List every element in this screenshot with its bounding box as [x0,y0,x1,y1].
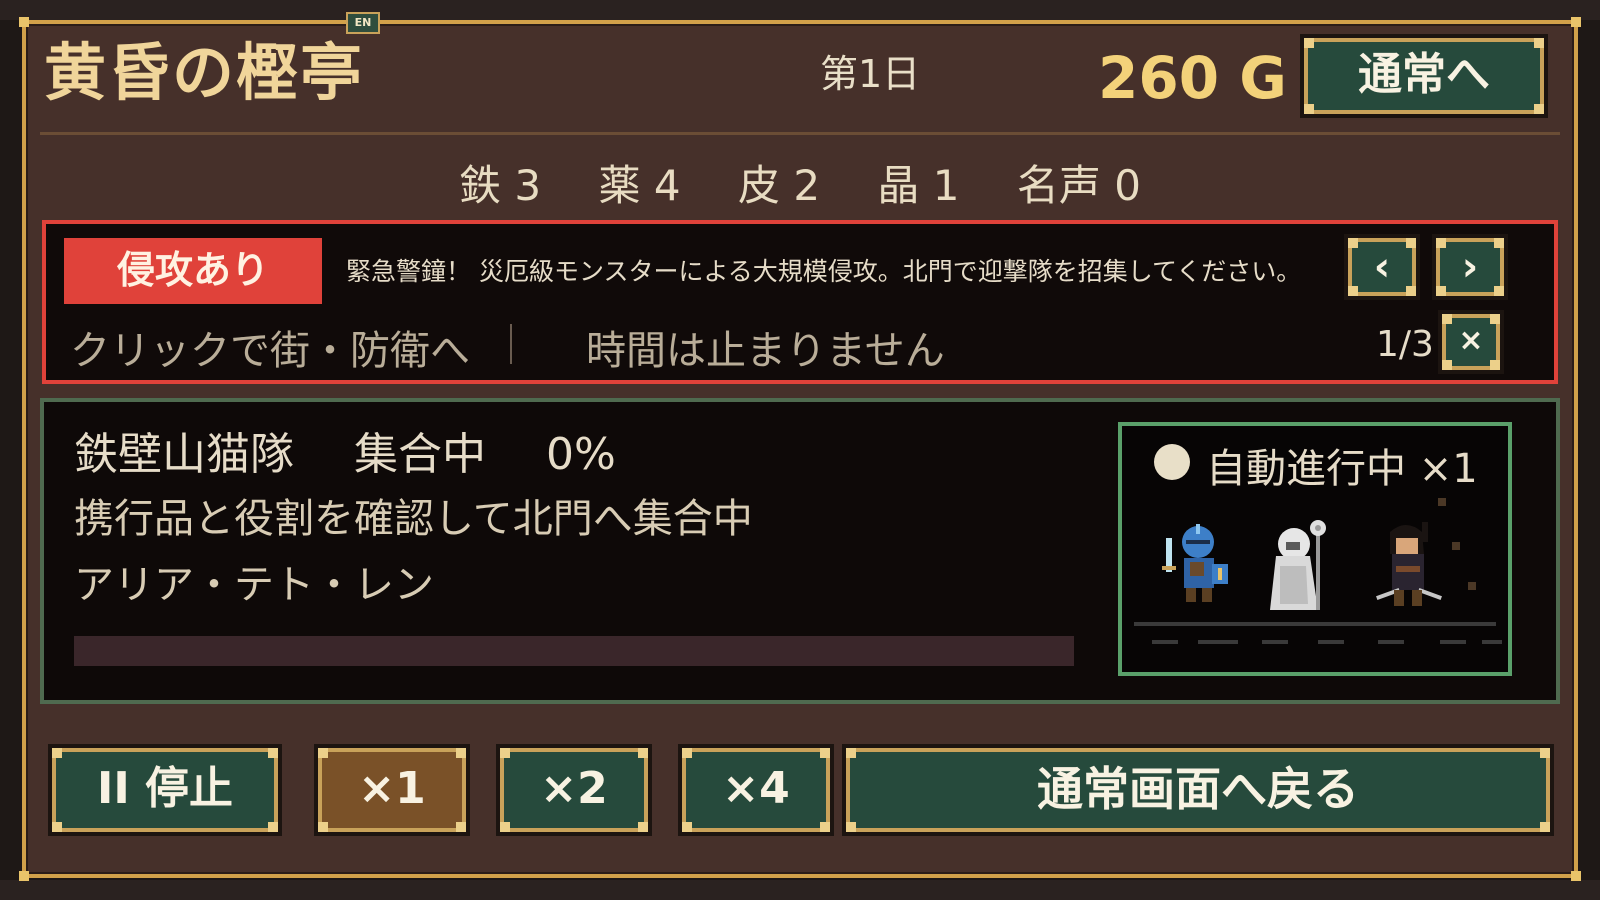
auto-progress-viewer: 自動進行中 ×1 [1118,422,1512,676]
speed-x2-button[interactable]: ×2 [500,748,648,832]
party-header: 鉄壁山猫隊 集合中 0% [74,418,662,482]
frame-corner [1571,871,1581,881]
party-members: アリア・テト・レン [74,562,434,608]
party-panel: 鉄壁山猫隊 集合中 0% 携行品と役割を確認して北門へ集合中 アリア・テト・レン… [40,398,1560,704]
pause-button[interactable]: II 停止 [52,748,278,832]
resource-medicine: 薬 4 [598,161,681,210]
header-divider [40,132,1560,135]
day-counter: 第1日 [820,52,921,96]
chevron-right-icon: › [1461,244,1479,290]
return-normal-button[interactable]: 通常画面へ戻る [846,748,1550,832]
party-sprites [1162,520,1442,610]
normal-view-button[interactable]: 通常へ [1304,38,1544,114]
speed-x1-label: ×1 [358,763,426,814]
resource-fame: 名声 0 [1016,161,1141,210]
speed-x4-button[interactable]: ×4 [682,748,830,832]
alert-time-note: 時間は止まりません [586,328,945,374]
resource-crystal: 晶 1 [877,161,960,210]
return-normal-label: 通常画面へ戻る [1037,762,1359,816]
resource-bar: 鉄 3 薬 4 皮 2 晶 1 名声 0 [0,152,1600,213]
speed-x4-label: ×4 [722,763,790,814]
language-toggle[interactable]: EN [346,12,380,34]
gold-amount: 260 G [1098,44,1287,112]
alert-prev-button[interactable]: ‹ [1348,238,1416,296]
knight-sprite [1162,524,1228,602]
invasion-tag: 侵攻あり [64,238,322,304]
pause-label: II 停止 [96,763,234,814]
close-icon: × [1458,323,1484,358]
alert-divider [510,324,512,364]
frame-corner [19,871,29,881]
party-progress-bar [74,636,1074,666]
party-status: 集合中 [354,429,486,480]
invasion-alert[interactable]: 侵攻あり 緊急警鐘！ 災厄級モンスターによる大規模侵攻。北門で迎撃隊を招集してく… [42,220,1558,384]
party-description: 携行品と役割を確認して北門へ集合中 [74,496,753,542]
resource-leather: 皮 2 [737,161,821,210]
frame-corner [19,17,29,27]
party-progress-text: 0% [546,429,616,480]
tavern-title: 黄昏の樫亭 [44,36,365,109]
backdrop-top [0,0,1600,20]
ground-line [1134,622,1496,626]
backdrop-bottom [0,880,1600,900]
speed-x2-label: ×2 [540,763,608,814]
cleric-sprite [1270,520,1326,610]
alert-page-indicator: 1/3 [1376,324,1434,365]
party-name: 鉄壁山猫隊 [74,429,294,480]
alert-click-hint[interactable]: クリックで街・防衛へ [70,318,470,376]
alert-message: 緊急警鐘！ 災厄級モンスターによる大規模侵攻。北門で迎撃隊を招集してください。 [346,257,1302,286]
resource-iron: 鉄 3 [459,161,542,210]
normal-view-label: 通常へ [1358,49,1490,100]
rogue-sprite [1376,522,1442,606]
speed-x1-button[interactable]: ×1 [318,748,466,832]
alert-close-button[interactable]: × [1442,314,1500,370]
chevron-left-icon: ‹ [1373,244,1391,290]
frame-corner [1571,17,1581,27]
alert-next-button[interactable]: › [1436,238,1504,296]
